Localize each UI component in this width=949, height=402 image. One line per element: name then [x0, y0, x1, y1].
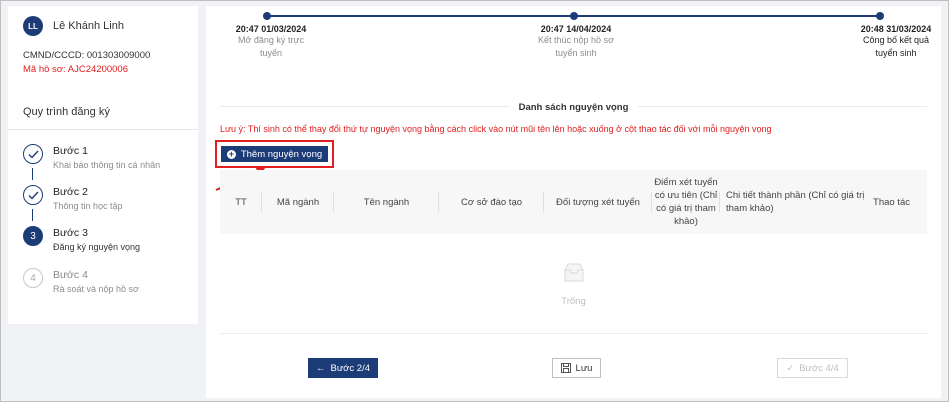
col-co-so: Cơ sở đào tạo: [439, 170, 544, 234]
timeline-item-open: 20:47 01/03/2024 Mở đăng ký trực tuyến: [228, 24, 314, 60]
timeline-text: tuyển sinh: [555, 48, 597, 58]
step-connector: [32, 209, 33, 221]
timeline-text: tuyến: [259, 48, 283, 58]
timeline-text: Mở đăng ký trực: [238, 35, 304, 45]
step-title: Bước 4: [53, 269, 88, 281]
check-icon: [23, 185, 43, 205]
back-step-label: Bước 2/4: [330, 362, 371, 374]
arrow-left-icon: ←: [315, 362, 326, 374]
timeline-date: 20:47 01/03/2024: [235, 24, 307, 34]
col-tt: TT: [220, 170, 262, 234]
timeline-text: Công bố kết quả: [862, 35, 930, 45]
process-title: Quy trình đăng ký: [23, 106, 110, 118]
sidebar: LL Lê Khánh Linh CMND/CCCD: 001303009000…: [8, 6, 198, 324]
step-subtitle: Đăng ký nguyện vọng: [53, 242, 141, 252]
step-number: 4: [23, 268, 43, 288]
step-subtitle: Khai báo thông tin cá nhân: [53, 160, 161, 170]
section-title: Danh sách nguyện vọng: [206, 102, 941, 113]
timeline-date: 20:48 31/03/2024: [860, 24, 932, 34]
col-doi-tuong: Đối tượng xét tuyển: [544, 170, 652, 234]
avatar: LL: [23, 16, 43, 36]
step-subtitle: Thông tin học tập: [53, 201, 123, 211]
col-thao-tac: Thao tác: [873, 196, 910, 208]
wish-table: TT Mã ngành Tên ngành Cơ sở đào tạo Đối …: [220, 170, 927, 334]
timeline: 20:47 01/03/2024 Mở đăng ký trực tuyến 2…: [206, 6, 941, 74]
empty-text: Trống: [561, 296, 586, 307]
empty-state: Trống: [220, 234, 927, 334]
next-step-button[interactable]: ✓ Bước 4/4: [777, 358, 848, 378]
timeline-dot: [570, 12, 578, 20]
step-title: Bước 3: [53, 227, 88, 239]
timeline-dot: [876, 12, 884, 20]
timeline-item-close: 20:47 14/04/2024 Kết thúc nộp hồ sơ tuyể…: [530, 24, 622, 60]
step-title: Bước 1: [53, 145, 88, 157]
divider: [8, 129, 198, 130]
step-subtitle: Rà soát và nộp hồ sơ: [53, 284, 139, 294]
note-text: Lưu ý: Thí sinh có thể thay đổi thứ tự n…: [220, 124, 772, 134]
back-step-button[interactable]: ← Bước 2/4: [308, 358, 378, 378]
save-icon: [560, 363, 571, 373]
col-chi-tiet: Chi tiết thành phần (Chỉ có giá trị tham…: [726, 190, 865, 214]
application-code: Mã hồ sơ: AJC24200006: [23, 64, 128, 75]
col-diem-xet-tuyen: Điểm xét tuyển có ưu tiên (Chỉ có giá tr…: [652, 170, 720, 234]
add-wish-button[interactable]: + Thêm nguyện vọng: [221, 146, 328, 162]
next-step-label: Bước 4/4: [799, 362, 839, 374]
timeline-item-results: 20:48 31/03/2024 Công bố kết quả tuyển s…: [851, 24, 941, 60]
step-connector: [32, 168, 33, 180]
timeline-date: 20:47 14/04/2024: [540, 24, 612, 34]
user-name: Lê Khánh Linh: [53, 20, 124, 32]
save-label: Lưu: [575, 362, 593, 374]
timeline-text: tuyển sinh: [875, 48, 917, 58]
inbox-empty-icon: [564, 263, 584, 282]
timeline-text: Kết thúc nộp hồ sơ: [538, 35, 614, 45]
col-ten-nganh: Tên ngành: [334, 170, 439, 234]
table-header: TT Mã ngành Tên ngành Cơ sở đào tạo Đối …: [220, 170, 927, 234]
step-title: Bước 2: [53, 186, 88, 198]
user-id-number: CMND/CCCD: 001303009000: [23, 50, 151, 61]
main-panel: 20:47 01/03/2024 Mở đăng ký trực tuyến 2…: [206, 6, 941, 398]
save-button[interactable]: Lưu: [552, 358, 601, 378]
step-number: 3: [23, 226, 43, 246]
plus-icon: +: [226, 148, 236, 159]
col-ma-nganh: Mã ngành: [262, 170, 334, 234]
check-icon: [23, 144, 43, 164]
check-icon: ✓: [786, 362, 795, 374]
add-wish-label: Thêm nguyện vọng: [240, 148, 323, 160]
timeline-dot: [263, 12, 271, 20]
